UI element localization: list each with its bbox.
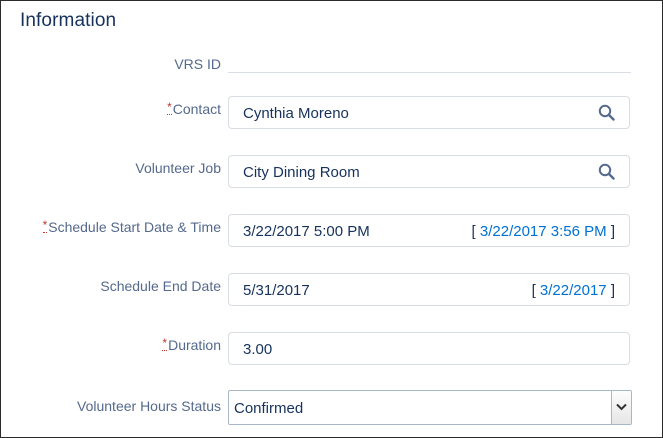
vrs-id-value	[228, 72, 631, 73]
bracket-close: ]	[606, 282, 615, 299]
schedule-start-label-text: Schedule Start Date & Time	[48, 219, 221, 235]
hours-status-value: Confirmed	[234, 400, 304, 417]
schedule-end-label-text: Schedule End Date	[100, 278, 221, 294]
search-icon[interactable]	[598, 104, 615, 121]
schedule-end-today-link[interactable]: 3/22/2017	[540, 282, 607, 299]
schedule-end-value: 5/31/2017	[243, 282, 310, 299]
schedule-start-field[interactable]: 3/22/2017 5:00 PM [ 3/22/2017 3:56 PM ]	[228, 214, 630, 247]
contact-value: Cynthia Moreno	[243, 105, 349, 122]
duration-label: *Duration	[162, 336, 221, 353]
schedule-end-today-hint: [ 3/22/2017 ]	[532, 282, 615, 299]
duration-input[interactable]: 3.00	[228, 332, 630, 365]
section-title: Information	[20, 10, 117, 31]
schedule-start-now-hint: [ 3/22/2017 3:56 PM ]	[472, 223, 615, 240]
information-panel: Information VRS ID *Contact Cynthia More…	[0, 0, 663, 438]
vrs-id-label: VRS ID	[174, 56, 221, 72]
required-marker: *	[42, 218, 48, 233]
hours-status-label-text: Volunteer Hours Status	[77, 398, 221, 414]
contact-lookup-field[interactable]: Cynthia Moreno	[228, 96, 630, 129]
volunteer-job-label: Volunteer Job	[135, 160, 221, 176]
chevron-down-icon	[616, 403, 627, 411]
schedule-start-value: 3/22/2017 5:00 PM	[243, 223, 370, 240]
required-marker: *	[162, 336, 168, 351]
schedule-start-now-link[interactable]: 3/22/2017 3:56 PM	[480, 223, 607, 240]
required-marker: *	[167, 100, 172, 115]
duration-label-text: Duration	[168, 337, 221, 353]
bracket-open: [	[531, 282, 540, 299]
schedule-start-label: *Schedule Start Date & Time	[42, 218, 221, 235]
search-icon[interactable]	[598, 163, 615, 180]
bracket-open: [	[471, 223, 480, 240]
bracket-close: ]	[606, 223, 615, 240]
contact-label: *Contact	[167, 100, 221, 117]
schedule-end-label: Schedule End Date	[100, 278, 221, 294]
volunteer-job-lookup-field[interactable]: City Dining Room	[228, 155, 630, 188]
dropdown-button[interactable]	[611, 391, 631, 424]
duration-value: 3.00	[243, 341, 273, 358]
volunteer-job-value: City Dining Room	[243, 164, 360, 181]
hours-status-select[interactable]: Confirmed	[228, 390, 632, 425]
vrs-id-label-text: VRS ID	[174, 56, 221, 72]
schedule-end-field[interactable]: 5/31/2017 [ 3/22/2017 ]	[228, 273, 630, 306]
volunteer-job-label-text: Volunteer Job	[135, 160, 221, 176]
hours-status-label: Volunteer Hours Status	[77, 398, 221, 414]
contact-label-text: Contact	[172, 101, 221, 117]
